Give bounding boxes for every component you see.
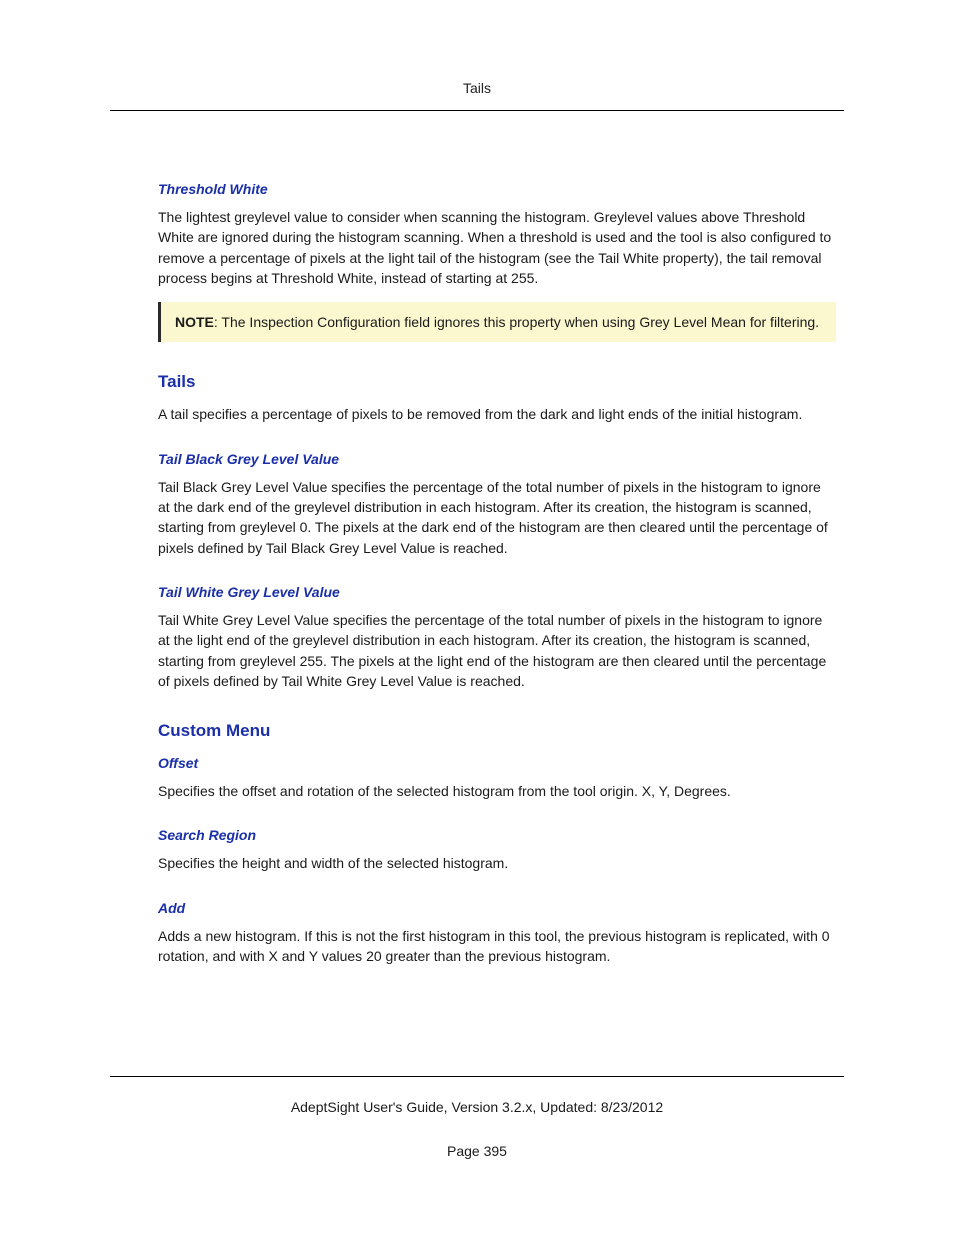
heading-offset: Offset — [158, 755, 836, 771]
note-body: : The Inspection Configuration field ign… — [214, 314, 819, 330]
para-threshold-white: The lightest greylevel value to consider… — [158, 207, 836, 288]
heading-add: Add — [158, 900, 836, 916]
heading-tails: Tails — [158, 372, 836, 392]
header-rule — [110, 110, 844, 111]
heading-tail-white: Tail White Grey Level Value — [158, 584, 836, 600]
para-tail-white: Tail White Grey Level Value specifies th… — [158, 610, 836, 691]
para-add: Adds a new histogram. If this is not the… — [158, 926, 836, 967]
heading-custom-menu: Custom Menu — [158, 721, 836, 741]
note-box: NOTE: The Inspection Configuration field… — [158, 302, 836, 342]
footer-block: AdeptSight User's Guide, Version 3.2.x, … — [110, 1099, 844, 1159]
para-tail-black: Tail Black Grey Level Value specifies th… — [158, 477, 836, 558]
para-offset: Specifies the offset and rotation of the… — [158, 781, 836, 801]
footer-rule — [110, 1076, 844, 1077]
heading-search-region: Search Region — [158, 827, 836, 843]
heading-threshold-white: Threshold White — [158, 181, 836, 197]
heading-tail-black: Tail Black Grey Level Value — [158, 451, 836, 467]
page-header-title: Tails — [110, 80, 844, 96]
footer-page-number: Page 395 — [110, 1143, 844, 1159]
para-tails: A tail specifies a percentage of pixels … — [158, 404, 836, 424]
note-label: NOTE — [175, 314, 214, 330]
document-page: Tails Threshold White The lightest greyl… — [0, 0, 954, 1235]
footer-guide-line: AdeptSight User's Guide, Version 3.2.x, … — [110, 1099, 844, 1115]
para-search-region: Specifies the height and width of the se… — [158, 853, 836, 873]
content-area: Threshold White The lightest greylevel v… — [110, 181, 844, 966]
